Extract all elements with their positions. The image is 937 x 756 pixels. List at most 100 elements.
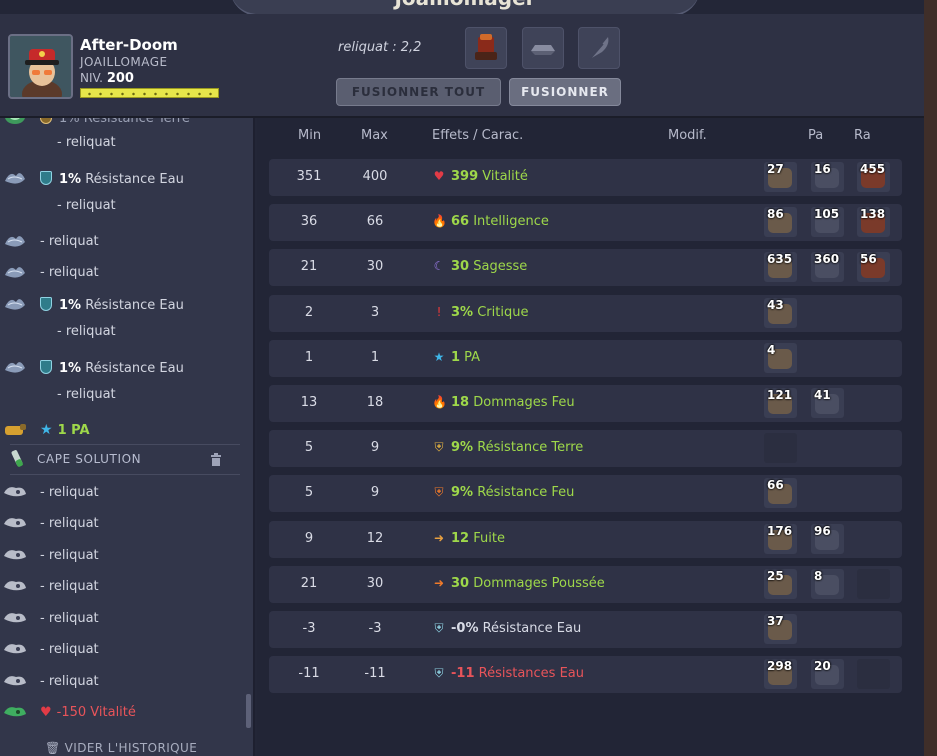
rune-slot[interactable]: 4: [764, 342, 797, 373]
rune-slot[interactable]: 138: [857, 207, 890, 238]
history-entry: - reliquat: [0, 641, 240, 661]
effect-label: PA: [460, 349, 481, 365]
history-entry: - reliquat: [0, 673, 240, 693]
cell-effect: ⛨ -11 Résistances Eau: [432, 666, 584, 681]
history-scrollbar[interactable]: [246, 694, 251, 728]
rune-slot[interactable]: 16: [811, 162, 844, 192]
history-section-title: CAPE SOLUTION: [37, 452, 142, 466]
history-subtext: - reliquat: [57, 135, 116, 150]
effect-label: Fuite: [469, 530, 505, 546]
rune-slot[interactable]: 43: [764, 297, 797, 328]
cell-min: -3: [302, 621, 316, 636]
rune-slot[interactable]: 298: [764, 659, 797, 690]
fire-shield-icon: ⛨: [434, 485, 444, 500]
fuse-button[interactable]: FUSIONNER: [509, 78, 621, 106]
header-modif: Modif.: [668, 128, 707, 143]
effect-row: 21 30 ☾ 30 Sagesse 635 360 56: [269, 249, 902, 287]
rune-slot[interactable]: 37: [764, 614, 797, 644]
rune-slot[interactable]: 56: [857, 252, 890, 283]
history-text: - reliquat: [40, 548, 99, 563]
reliquat-value: reliquat : 2,2: [338, 40, 422, 55]
trash-icon[interactable]: [210, 453, 222, 466]
cell-effect: ⛨ 9% Résistance Feu: [432, 485, 574, 500]
rune-icon: [2, 261, 28, 283]
effect-value: 12: [451, 530, 470, 546]
effect-value: 399: [451, 169, 479, 184]
fire-icon: 🔥: [432, 214, 447, 229]
history-text: 1% Résistance Eau: [40, 360, 184, 376]
level-value: 200: [106, 71, 134, 86]
item-slot-icon: [475, 34, 497, 60]
effect-label: Vitalité: [478, 169, 528, 184]
heart-icon: ♥: [40, 705, 52, 720]
moon-icon: ☾: [433, 259, 445, 274]
rune-slot[interactable]: 360: [811, 252, 844, 283]
history-entry: - reliquat: [0, 386, 240, 406]
character-level: NIV. 200: [80, 71, 134, 86]
rune-quantity: 635: [767, 252, 793, 267]
rune-slot[interactable]: 20: [811, 659, 844, 690]
rune-slot[interactable]: 25: [764, 568, 797, 599]
clear-history-button[interactable]: 🗑 VIDER L'HISTORIQUE: [45, 741, 197, 755]
fuse-all-button[interactable]: FUSIONNER TOUT: [336, 78, 501, 106]
item-slot[interactable]: [465, 27, 507, 69]
cell-effect: ♥ 399 Vitalité: [432, 169, 528, 184]
effect-row: -3 -3 ⛨ -0% Résistance Eau 37: [269, 611, 902, 648]
rune-icon: [2, 118, 28, 128]
cell-max: 12: [366, 530, 384, 546]
rune-icon: [2, 544, 28, 566]
rune-slot[interactable]: 86: [764, 207, 797, 238]
history-panel: 1% Résistance Terre - reliquat 1% Résist…: [0, 118, 255, 756]
rune-slot[interactable]: 66: [764, 478, 797, 509]
effect-row: -11 -11 ⛨ -11 Résistances Eau 298 20: [269, 656, 902, 694]
effect-label: Sagesse: [469, 259, 528, 275]
rune-icon: [2, 638, 28, 660]
water-shield-icon: ⛨: [434, 621, 444, 635]
effect-row: 351 400 ♥ 399 Vitalité 27 16 455: [269, 159, 902, 196]
history-text: - reliquat: [40, 265, 99, 280]
effect-row: 13 18 🔥 18 Dommages Feu 121 41: [269, 385, 902, 422]
rune-slot[interactable]: 455: [857, 162, 890, 192]
rune-slot[interactable]: [857, 568, 890, 599]
rune-slot[interactable]: 8: [811, 568, 844, 599]
history-text: - reliquat: [40, 234, 99, 249]
history-entry: - reliquat: [0, 233, 240, 253]
effects-table: Min Max Effets / Carac. Modif. Pa Ra 351…: [257, 118, 924, 756]
history-subtext: - reliquat: [57, 387, 116, 402]
cell-max: 30: [366, 575, 384, 591]
rune-quantity: 25: [767, 568, 784, 583]
rune-slot[interactable]: [764, 433, 797, 464]
rune-icon: [2, 167, 28, 189]
rune-slot[interactable]: 41: [811, 388, 844, 418]
rune-slot[interactable]: 176: [764, 523, 797, 554]
history-entry: 1% Résistance Eau: [0, 170, 240, 190]
rune-quantity: 37: [767, 614, 784, 628]
rune-slot[interactable]: [522, 27, 564, 69]
rune-slot[interactable]: 96: [811, 523, 844, 554]
rune-icon: [2, 575, 28, 597]
cell-max: -3: [368, 621, 382, 636]
effect-value: 30: [451, 575, 470, 591]
rune-quantity: 56: [860, 252, 877, 267]
cell-max: 1: [370, 349, 380, 365]
rune-quantity: 20: [814, 659, 831, 674]
rune-slot[interactable]: 635: [764, 252, 797, 283]
cell-effect: ⛨ -0% Résistance Eau: [432, 621, 581, 636]
rune-quantity: 138: [860, 207, 886, 222]
header-max: Max: [361, 128, 388, 143]
potion-slot[interactable]: [578, 27, 620, 69]
cell-min: 1: [304, 349, 314, 365]
rune-slot[interactable]: 27: [764, 162, 797, 192]
rune-slot[interactable]: [857, 659, 890, 690]
rune-quantity: 8: [814, 568, 823, 583]
rune-slot[interactable]: 105: [811, 207, 844, 238]
star-icon: ★: [40, 422, 53, 438]
cell-max: 3: [370, 304, 380, 320]
cell-min: 351: [296, 169, 322, 184]
effect-value: 9%: [451, 440, 474, 456]
rune-quantity: 360: [814, 252, 840, 267]
history-entry: - reliquat: [0, 264, 240, 284]
effect-label: Dommages Feu: [469, 395, 575, 410]
cell-min: 5: [304, 440, 314, 456]
rune-slot[interactable]: 121: [764, 388, 797, 418]
